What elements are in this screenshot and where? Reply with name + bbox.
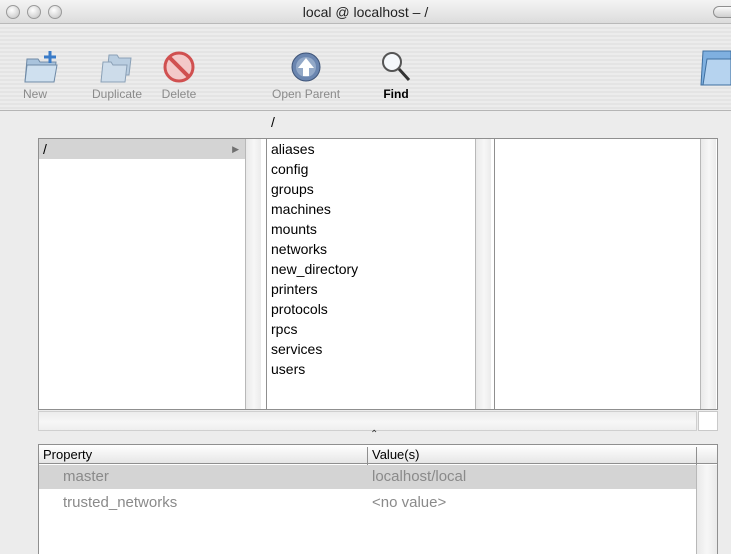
browser-item-label: printers	[271, 281, 318, 297]
duplicate-folder-icon	[100, 54, 132, 83]
property-key: master	[63, 468, 109, 485]
split-view-handle[interactable]: ⌃	[370, 429, 378, 440]
new-button[interactable]: New	[23, 49, 60, 101]
browser-item-label: mounts	[271, 221, 317, 237]
browser-horizontal-scrollbar[interactable]	[38, 411, 697, 431]
toolbar: New Duplicate Delete Open Parent Find	[0, 25, 731, 111]
browser-column-1-scrollbar[interactable]	[245, 139, 261, 409]
property-key: trusted_networks	[63, 494, 178, 511]
magnifying-glass-icon	[382, 52, 411, 82]
browser-column-2-scrollbar[interactable]	[475, 139, 491, 409]
property-value: <no value>	[372, 494, 447, 511]
browser-item-networks[interactable]: networks▷	[267, 239, 493, 259]
property-table-header: Property Value(s)	[39, 445, 717, 466]
folder-icon	[700, 50, 731, 86]
property-table-scrollbar[interactable]	[696, 465, 717, 554]
column-header-values[interactable]: Value(s)	[372, 447, 419, 462]
browser-item-label: config	[271, 161, 309, 177]
browser-item-services[interactable]: services▷	[267, 339, 493, 359]
browser-item-root[interactable]: / ▶	[39, 139, 245, 159]
open-parent-icon	[291, 52, 321, 82]
duplicate-button[interactable]: Duplicate	[92, 49, 142, 101]
column-divider	[367, 447, 368, 466]
browser-item-printers[interactable]: printers▷	[267, 279, 493, 299]
delete-label: Delete	[161, 87, 197, 101]
column-divider	[696, 447, 697, 466]
browser-column-3-scrollbar[interactable]	[700, 139, 716, 409]
current-path: /	[271, 114, 275, 130]
new-folder-icon	[24, 51, 58, 83]
browser-item-label: services	[271, 341, 323, 357]
open-parent-label: Open Parent	[272, 87, 341, 101]
browser-item-users[interactable]: users▷	[267, 359, 493, 379]
delete-icon	[163, 51, 195, 83]
find-label: Find	[383, 87, 409, 101]
property-row-trusted-networks[interactable]: trusted_networks <no value>	[39, 491, 696, 515]
disclosure-arrow-icon: ▶	[232, 144, 239, 154]
toolbar-toggle-button[interactable]	[713, 6, 731, 18]
browser-item-config[interactable]: config▷	[267, 159, 493, 179]
browser-item-protocols[interactable]: protocols▷	[267, 299, 493, 319]
property-row-master[interactable]: master localhost/local	[39, 465, 696, 489]
browser-item-label: aliases	[271, 141, 315, 157]
find-button[interactable]: Find	[378, 49, 414, 101]
column-header-property[interactable]: Property	[43, 447, 92, 462]
browser-item-new-directory[interactable]: new_directory▷	[267, 259, 493, 279]
browser-item-label: users	[271, 361, 306, 377]
duplicate-label: Duplicate	[92, 87, 143, 101]
browser-item-aliases[interactable]: aliases▷	[267, 139, 493, 159]
title-bar: local @ localhost – /	[0, 0, 731, 24]
browser-item-mounts[interactable]: mounts▷	[267, 219, 493, 239]
browser-item-label: protocols	[271, 301, 328, 317]
directory-browser: / ▶ aliases▷ config▷ groups▷ machines▷ m…	[38, 138, 718, 410]
window-title: local @ localhost – /	[302, 4, 429, 20]
browser-item-machines[interactable]: machines▷	[267, 199, 493, 219]
browser-item-label: new_directory	[271, 261, 359, 277]
scroll-corner	[698, 411, 718, 431]
new-label: New	[22, 87, 47, 101]
browser-column-2: aliases▷ config▷ groups▷ machines▷ mount…	[266, 139, 493, 409]
browser-item-label: /	[43, 141, 47, 157]
browser-item-rpcs[interactable]: rpcs▷	[267, 319, 493, 339]
browser-item-label: rpcs	[271, 321, 298, 337]
browser-item-label: groups	[271, 181, 314, 197]
open-parent-button[interactable]: Open Parent	[272, 49, 340, 101]
delete-button[interactable]: Delete	[161, 49, 197, 101]
browser-item-label: machines	[271, 201, 331, 217]
browser-column-3	[494, 139, 699, 409]
browser-item-groups[interactable]: groups▷	[267, 179, 493, 199]
browser-item-label: networks	[271, 241, 328, 257]
browser-column-1: / ▶	[39, 139, 245, 409]
property-table: Property Value(s) master localhost/local…	[38, 444, 718, 554]
property-value: localhost/local	[372, 468, 467, 485]
